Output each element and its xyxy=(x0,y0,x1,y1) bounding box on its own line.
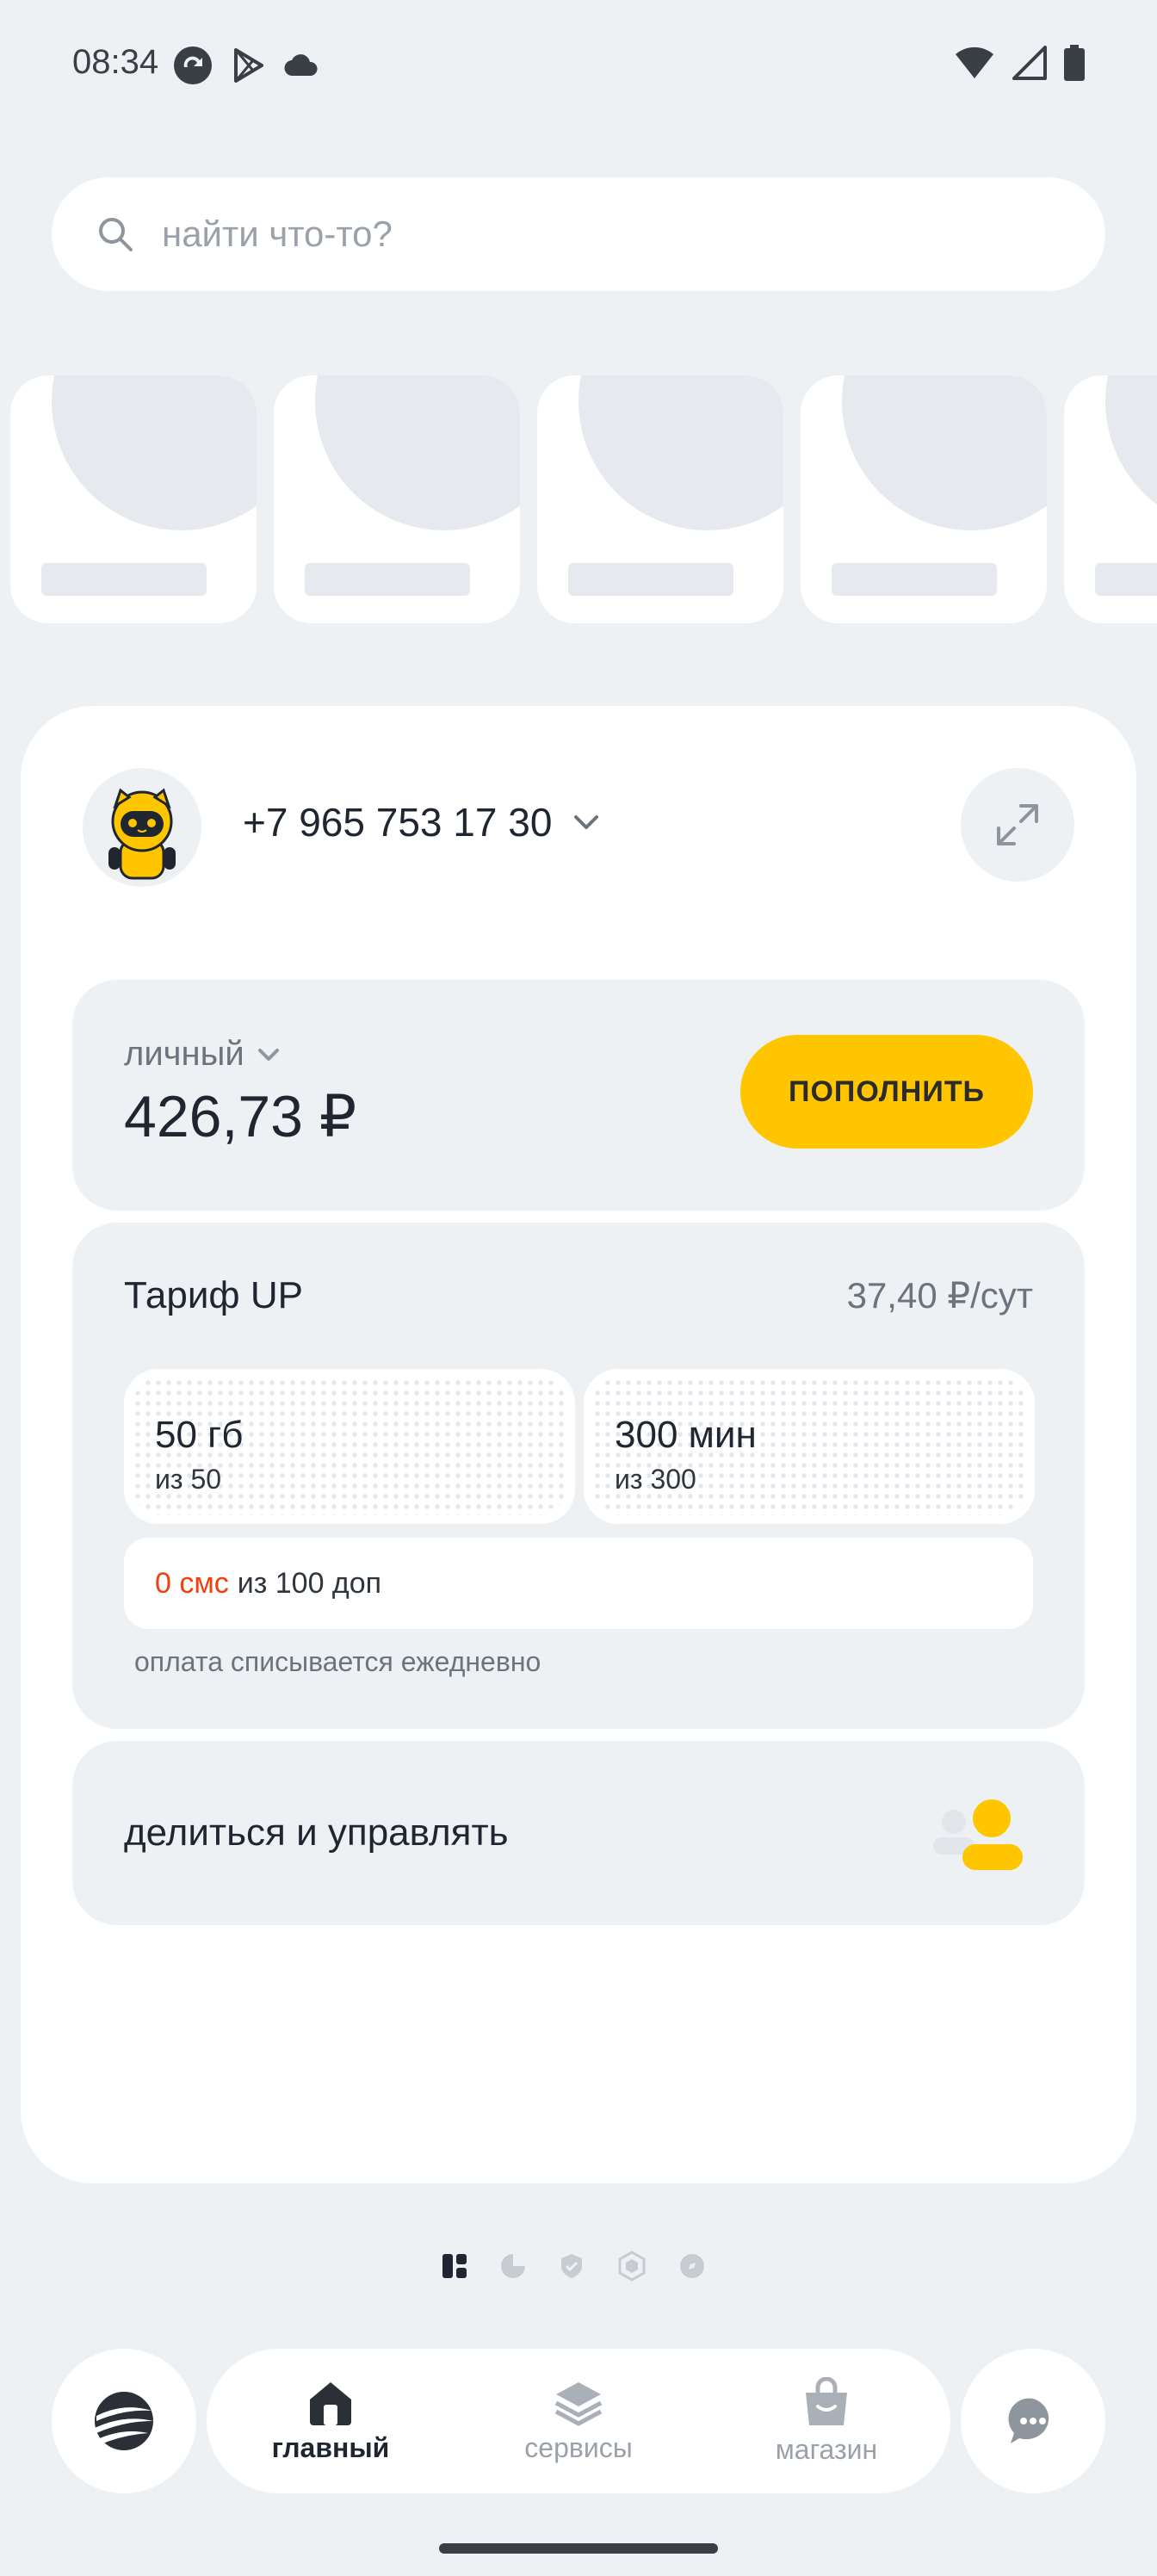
stories-carousel[interactable] xyxy=(10,375,1157,623)
dashboard-icon[interactable] xyxy=(441,2252,468,2280)
minutes-package[interactable]: 300 мин из 300 xyxy=(584,1369,1035,1524)
phone-selector[interactable]: +7 965 753 17 30 xyxy=(243,799,600,845)
topup-button[interactable]: пополнить xyxy=(740,1035,1033,1149)
shield-icon[interactable] xyxy=(558,2252,585,2280)
chevron-down-icon xyxy=(257,1048,279,1061)
account-type-label: личный xyxy=(124,1035,244,1073)
avatar[interactable] xyxy=(83,768,201,887)
layers-icon xyxy=(554,2381,603,2425)
search-input[interactable]: найти что-то? xyxy=(162,214,393,255)
chevron-down-icon xyxy=(574,815,599,829)
sync-icon xyxy=(174,46,212,84)
tariff-name: Тариф UP xyxy=(124,1274,303,1316)
wifi-icon xyxy=(956,46,993,78)
bottom-nav: главный сервисы магазин xyxy=(207,2349,950,2493)
chat-button[interactable] xyxy=(961,2349,1105,2493)
signal-icon xyxy=(1012,46,1047,80)
robot-avatar-icon xyxy=(108,788,176,880)
expand-icon xyxy=(997,804,1038,845)
phone-number: +7 965 753 17 30 xyxy=(243,800,553,845)
sms-remaining: 0 смс xyxy=(155,1566,229,1600)
story-card[interactable] xyxy=(537,375,783,623)
nav-shop-label: магазин xyxy=(775,2433,878,2465)
account-type-selector[interactable]: личный xyxy=(124,1035,281,1074)
nav-home-label: главный xyxy=(271,2431,390,2463)
page-indicator[interactable] xyxy=(441,2251,706,2282)
search-bar[interactable]: найти что-то? xyxy=(52,177,1105,291)
search-icon xyxy=(99,218,133,251)
status-notification-icons xyxy=(172,45,320,86)
battery-icon xyxy=(1064,45,1085,81)
tariff-price: 37,40 ₽/сут xyxy=(846,1275,1033,1316)
share-manage-label: делиться и управлять xyxy=(124,1811,509,1854)
shopping-bag-icon xyxy=(806,2376,847,2425)
minutes-remaining: 300 мин xyxy=(615,1414,757,1456)
home-icon xyxy=(310,2381,351,2425)
balance-amount: 426,73 ₽ xyxy=(124,1084,357,1149)
story-card[interactable] xyxy=(274,375,520,623)
minutes-total: из 300 xyxy=(615,1464,696,1495)
sms-total: из 100 доп xyxy=(237,1566,382,1600)
play-store-icon xyxy=(234,48,263,83)
cloud-icon xyxy=(284,54,318,77)
status-system-icons xyxy=(954,45,1085,81)
story-card[interactable] xyxy=(1064,375,1157,623)
nav-shop[interactable]: магазин xyxy=(702,2349,950,2493)
pie-chart-icon[interactable] xyxy=(499,2252,527,2280)
home-indicator[interactable] xyxy=(439,2543,718,2554)
hexagon-icon[interactable] xyxy=(616,2251,647,2282)
nav-services[interactable]: сервисы xyxy=(455,2349,702,2493)
data-remaining: 50 гб xyxy=(155,1414,244,1456)
sms-package[interactable]: 0 смс из 100 доп xyxy=(124,1538,1033,1629)
chat-icon xyxy=(1008,2398,1049,2443)
data-total: из 50 xyxy=(155,1464,222,1495)
data-package[interactable]: 50 гб из 50 xyxy=(124,1369,575,1524)
story-card[interactable] xyxy=(801,375,1047,623)
brand-button[interactable] xyxy=(52,2349,196,2493)
nav-home[interactable]: главный xyxy=(207,2349,455,2493)
story-card[interactable] xyxy=(10,375,257,623)
nav-services-label: сервисы xyxy=(524,2431,633,2463)
billing-note: оплата списывается ежедневно xyxy=(134,1646,541,1677)
expand-button[interactable] xyxy=(961,768,1074,882)
status-time: 08:34 xyxy=(72,43,159,81)
brand-logo-icon xyxy=(95,2392,153,2450)
users-icon xyxy=(933,1799,1023,1870)
compass-icon[interactable] xyxy=(678,2252,706,2280)
